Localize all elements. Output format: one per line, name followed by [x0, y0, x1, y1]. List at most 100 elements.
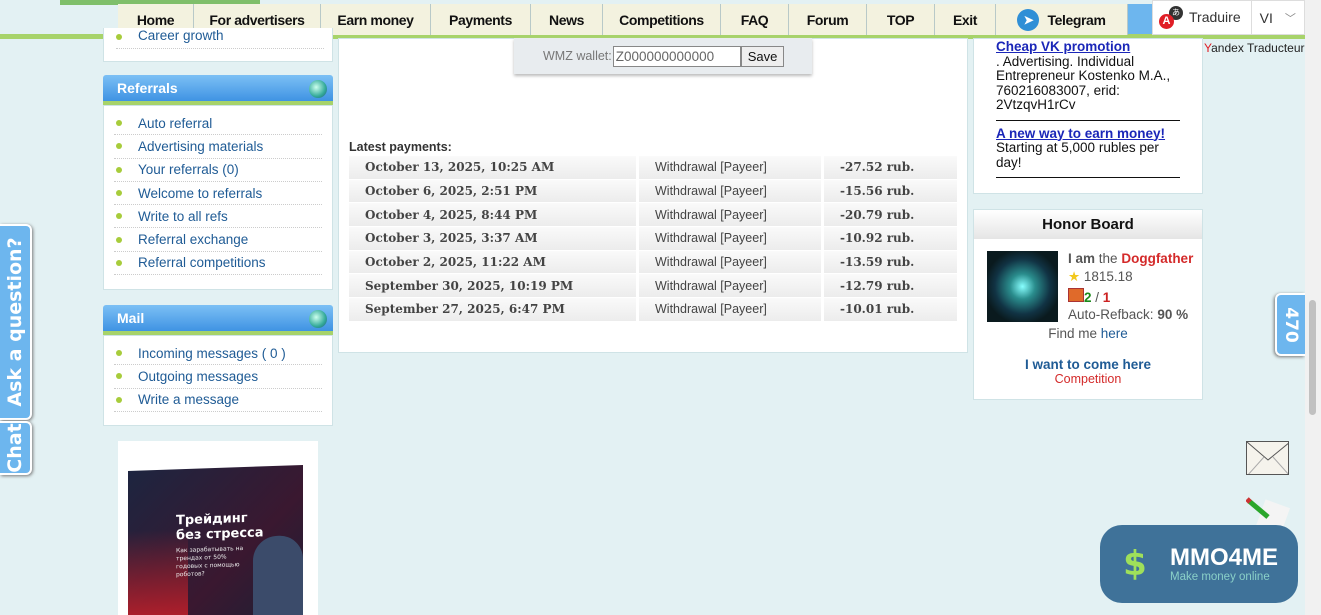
chat-label: Chat — [4, 423, 26, 473]
nav-faq[interactable]: FAQ — [721, 4, 789, 35]
wallet-label: WMZ wallet: — [543, 49, 612, 63]
counter-tab[interactable]: 470 — [1275, 293, 1305, 356]
language-select[interactable]: VI — [1260, 10, 1273, 26]
sidebar-item-referral-exchange[interactable]: Referral exchange — [114, 228, 322, 252]
sidebar-item-advertising-materials[interactable]: Advertising materials — [114, 135, 322, 159]
counter-label: 470 — [1281, 306, 1301, 343]
ad-link-new-way[interactable]: A new way to earn money! — [996, 126, 1165, 141]
brick-icon — [1068, 288, 1084, 302]
payment-amount: -10.92 rub. — [824, 227, 957, 251]
payment-type: Withdrawal [Payeer] — [639, 250, 824, 275]
mail-panel: Mail Incoming messages ( 0 ) Outgoing me… — [103, 305, 333, 426]
item-label: Outgoing messages — [138, 368, 259, 384]
payment-date: October 2, 2025, 11:22 AM — [349, 250, 639, 275]
payment-amount: -15.56 rub. — [824, 179, 957, 204]
honor-board-title: Honor Board — [974, 210, 1202, 239]
payment-date: October 3, 2025, 3:37 AM — [349, 227, 639, 251]
nav-forum[interactable]: Forum — [789, 4, 867, 35]
sidebar-item-write-to-all-refs[interactable]: Write to all refs — [114, 205, 322, 229]
payment-amount: -13.59 rub. — [824, 250, 957, 275]
item-label: Incoming messages ( 0 ) — [138, 345, 286, 361]
sidebar-item-your-referrals[interactable]: Your referrals (0) — [114, 159, 322, 182]
payment-amount: -20.79 rub. — [824, 203, 957, 228]
envelope-icon[interactable] — [1246, 441, 1289, 475]
ad-image: Трейдинг без стресса Как зарабатывать на … — [128, 464, 303, 615]
telegram-icon: ➤ — [1017, 8, 1040, 31]
ask-question-tab[interactable]: Ask a question? — [0, 224, 32, 420]
bullet-icon — [116, 166, 122, 173]
competition-link[interactable]: Competition — [974, 372, 1202, 386]
text-ads: Cheap VK promotion. Advertising. Individ… — [973, 38, 1203, 194]
payment-row: September 27, 2025, 6:47 PM Withdrawal [P… — [349, 298, 957, 322]
nav-competitions[interactable]: Competitions — [603, 4, 721, 35]
refs-sep: / — [1091, 290, 1103, 305]
bullet-icon — [116, 259, 122, 266]
wmz-wallet-input[interactable] — [612, 45, 741, 67]
mail-header: Mail — [103, 305, 333, 335]
payment-type: Withdrawal [Payeer] — [639, 274, 824, 299]
globe-icon — [309, 310, 327, 328]
ad-text: Starting at 5,000 rubles per day! — [996, 140, 1159, 170]
honor-username[interactable]: Doggfather — [1121, 251, 1193, 266]
nav-telegram[interactable]: ➤ Telegram — [996, 4, 1128, 35]
trading-course-ad[interactable]: Трейдинг без стресса Как зарабатывать на … — [118, 441, 318, 615]
translate-button[interactable]: Traduire — [1189, 0, 1252, 35]
nav-earn-money[interactable]: Earn money — [321, 4, 431, 35]
refback-label: Auto-Refback: — [1068, 307, 1154, 322]
nav-exit[interactable]: Exit — [935, 4, 996, 35]
ad-subtitle: Как зарабатывать на трендах от 50% годов… — [176, 545, 244, 579]
bullet-icon — [116, 373, 122, 380]
refs-a: 2 — [1084, 290, 1092, 305]
scrollbar-thumb[interactable] — [1309, 300, 1316, 415]
find-me-link[interactable]: here — [1101, 326, 1128, 341]
bullet-icon — [116, 143, 122, 150]
item-label: Referral exchange — [138, 232, 249, 248]
refs-b: 1 — [1102, 290, 1111, 305]
mmo-brand: MMO4ME — [1170, 544, 1278, 571]
payment-row: October 6, 2025, 2:51 PM Withdrawal [Paye… — [349, 179, 957, 204]
item-label: Your referrals (0) — [138, 162, 239, 178]
come-here-link[interactable]: I want to come here — [974, 358, 1202, 372]
nav-payments[interactable]: Payments — [431, 4, 531, 35]
bullet-icon — [116, 190, 122, 197]
chevron-down-icon[interactable]: ﹀ — [1285, 10, 1296, 26]
bullet-icon — [116, 213, 122, 220]
item-label: Advertising materials — [138, 138, 264, 154]
payment-amount: -12.79 rub. — [824, 274, 957, 299]
payment-type: Withdrawal [Payeer] — [639, 203, 824, 228]
payment-type: Withdrawal [Payeer] — [639, 227, 824, 251]
dollar-cycle-icon: $ — [1123, 544, 1147, 584]
payment-row: October 13, 2025, 10:25 AM Withdrawal [Pa… — [349, 156, 957, 180]
sidebar-item-write-a-message[interactable]: Write a message — [114, 389, 322, 412]
sidebar-item-auto-referral[interactable]: Auto referral — [114, 112, 322, 136]
item-label: Referral competitions — [138, 255, 266, 271]
sidebar-item-outgoing-messages[interactable]: Outgoing messages — [114, 365, 322, 389]
ad-link-vk-promotion[interactable]: Cheap VK promotion — [996, 39, 1130, 54]
payment-date: October 4, 2025, 8:44 PM — [349, 203, 639, 228]
ask-question-label: Ask a question? — [4, 237, 26, 407]
divider — [996, 119, 1180, 121]
payment-row: September 30, 2025, 10:19 PM Withdrawal [… — [349, 274, 957, 299]
globe-icon — [309, 80, 327, 98]
mmo4me-badge[interactable]: $ MMO4ME Make money online — [1100, 525, 1298, 603]
item-label: Welcome to referrals — [138, 185, 263, 201]
save-button[interactable]: Save — [740, 45, 785, 67]
item-label: Auto referral — [138, 115, 213, 131]
item-label: Write to all refs — [138, 208, 228, 224]
the-label: the — [1098, 251, 1118, 266]
nav-news[interactable]: News — [531, 4, 603, 35]
latest-payments-label: Latest payments: — [349, 140, 452, 154]
sidebar-item-welcome-to-referrals[interactable]: Welcome to referrals — [114, 182, 322, 206]
find-me-label: Find me — [1048, 326, 1097, 341]
referrals-panel: Referrals Auto referral Advertising mate… — [103, 75, 333, 290]
translate-widget[interactable]: あA Traduire VI ﹀ — [1152, 0, 1305, 35]
yandex-label: andex Traducteur — [1211, 41, 1305, 55]
avatar[interactable] — [987, 251, 1058, 322]
referrals-title: Referrals — [117, 80, 178, 96]
sidebar-item-referral-competitions[interactable]: Referral competitions — [114, 252, 322, 276]
nav-top[interactable]: TOP — [867, 4, 935, 35]
payment-date: September 30, 2025, 10:19 PM — [349, 274, 639, 299]
sidebar-item-incoming-messages[interactable]: Incoming messages ( 0 ) — [114, 342, 322, 366]
sidebar-item-career-growth[interactable]: Career growth — [138, 28, 224, 43]
chat-tab[interactable]: Chat — [0, 421, 32, 475]
